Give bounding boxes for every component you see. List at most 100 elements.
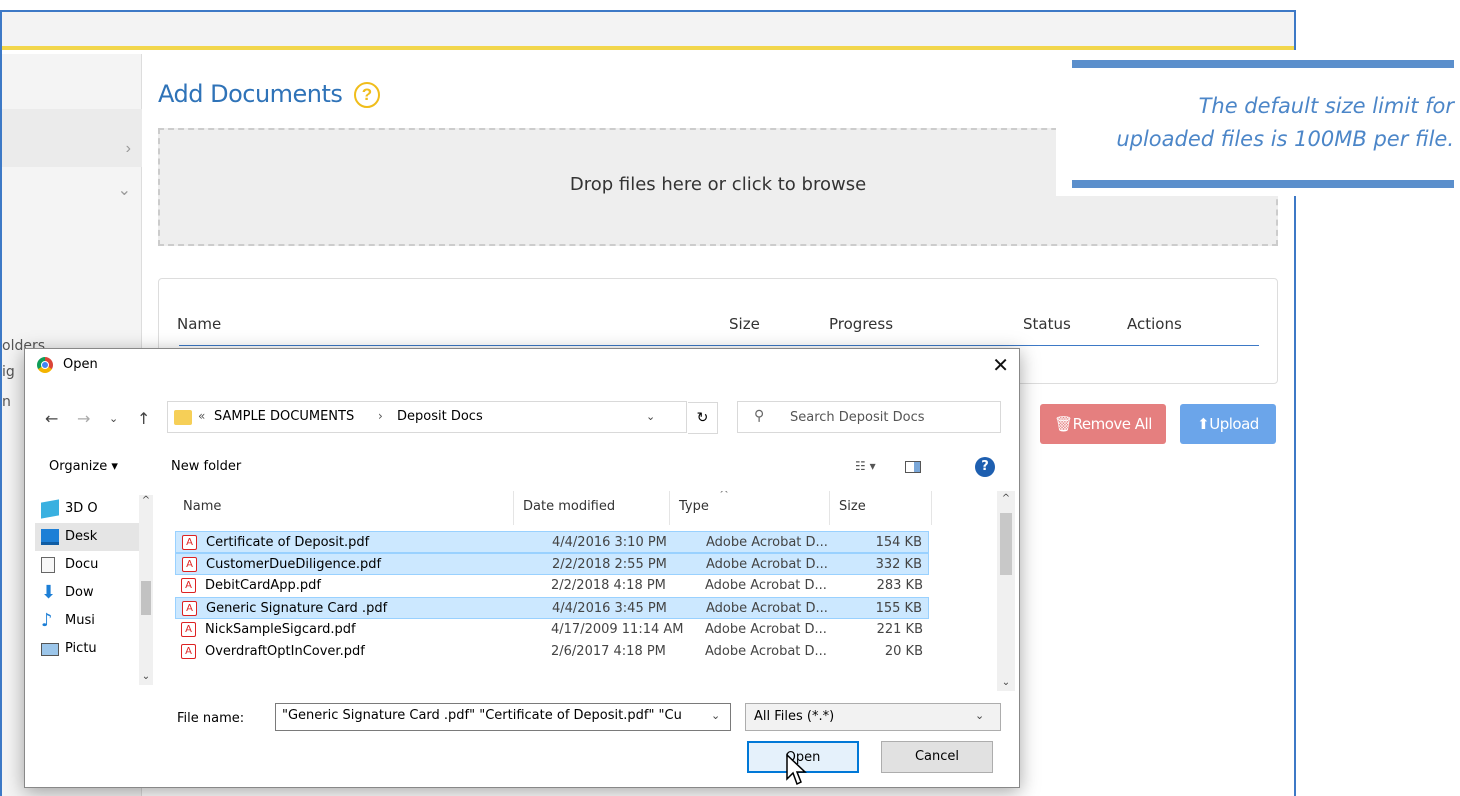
file-date: 2/2/2018 2:55 PM (552, 557, 667, 572)
nav-row-active[interactable] (2, 109, 142, 167)
preview-pane-icon[interactable] (905, 461, 921, 473)
breadcrumb-overflow[interactable]: « (198, 409, 205, 423)
file-list-scrollbar[interactable]: ^ ⌄ (997, 491, 1015, 691)
change-view-icon[interactable]: ☷ ▾ (855, 459, 876, 473)
remove-all-button[interactable]: 🗑Remove All (1040, 404, 1166, 444)
nav-pane-scrollbar[interactable]: ^ ⌄ (139, 495, 153, 685)
recent-locations-icon[interactable]: ⌄ (109, 412, 118, 425)
nav-item-music[interactable]: ♪ Musi (35, 607, 139, 635)
file-type: Adobe Acrobat D... (706, 557, 828, 572)
upload-button[interactable]: ⬆Upload (1180, 404, 1276, 444)
file-size: 283 KB (876, 578, 923, 593)
app-top-bar (2, 12, 1294, 50)
back-arrow-icon[interactable]: ← (45, 409, 58, 428)
dialog-nav-row: ← → ⌄ ↑ « SAMPLE DOCUMENTS › Deposit Doc… (25, 401, 1019, 435)
pdf-icon: A (181, 578, 196, 593)
search-input[interactable]: ⚲ Search Deposit Docs (737, 401, 1001, 433)
file-row[interactable]: A NickSampleSigcard.pdf 4/17/2009 11:14 AM… (175, 619, 929, 641)
file-row[interactable]: A Certificate of Deposit.pdf 4/4/2016 3:10… (175, 531, 929, 553)
address-bar[interactable]: « SAMPLE DOCUMENTS › Deposit Docs ⌄ ↻ (167, 401, 718, 434)
file-size: 20 KB (884, 644, 923, 659)
up-arrow-icon[interactable]: ↑ (137, 409, 150, 428)
file-name: Certificate of Deposit.pdf (206, 535, 370, 550)
breadcrumb-chevron-icon[interactable]: › (378, 409, 383, 423)
column-header-size: Size (729, 315, 760, 333)
dialog-titlebar[interactable]: Open ✕ (25, 349, 1019, 381)
nav-item-label: Dow (65, 585, 94, 600)
scrollbar-thumb[interactable] (1000, 513, 1012, 575)
column-header-progress: Progress (829, 315, 894, 333)
column-header-status: Status (1023, 315, 1071, 333)
nav-item-label: Docu (65, 557, 99, 572)
help-icon[interactable]: ? (975, 457, 995, 477)
nav-item-downloads[interactable]: ⬇ Dow (35, 579, 139, 607)
callout-bottom-bar (1072, 180, 1454, 188)
chevron-down-icon[interactable]: ⌄ (646, 410, 655, 423)
chevron-right-icon[interactable]: › (126, 140, 131, 158)
column-header-name: Name (177, 315, 222, 333)
column-divider[interactable] (513, 491, 514, 525)
chevron-down-icon[interactable]: ⌄ (975, 709, 984, 722)
navigation-pane: 3D O Desk Docu ⬇ Dow ♪ Musi Pictu ^ ⌄ (35, 491, 153, 691)
size-limit-callout: The default size limit for uploaded file… (1056, 50, 1460, 196)
scroll-up-icon[interactable]: ^ (139, 495, 153, 506)
scroll-up-icon[interactable]: ^ (997, 493, 1015, 504)
file-type-select[interactable]: All Files (*.*) (745, 703, 1001, 731)
file-name: Generic Signature Card .pdf (206, 601, 388, 616)
breadcrumb-item[interactable]: SAMPLE DOCUMENTS (214, 409, 354, 424)
file-date: 4/4/2016 3:10 PM (552, 535, 667, 550)
file-name: DebitCardApp.pdf (205, 578, 321, 593)
nav-item-label: Musi (65, 613, 95, 628)
upload-label: Upload (1209, 415, 1259, 433)
scroll-down-icon[interactable]: ⌄ (139, 671, 153, 682)
music-icon: ♪ (41, 610, 53, 631)
chevron-down-icon[interactable]: ⌄ (711, 709, 720, 722)
help-icon[interactable]: ? (354, 82, 380, 108)
column-divider[interactable] (931, 491, 932, 525)
column-divider[interactable] (829, 491, 830, 525)
scroll-down-icon[interactable]: ⌄ (997, 677, 1015, 688)
scrollbar-thumb[interactable] (141, 581, 151, 615)
cancel-button[interactable]: Cancel (881, 741, 993, 773)
close-icon[interactable]: ✕ (992, 353, 1009, 377)
new-folder-button[interactable]: New folder (171, 459, 241, 474)
column-header-size[interactable]: Size (839, 499, 866, 514)
file-date: 2/2/2018 4:18 PM (551, 578, 666, 593)
nav-item-partial[interactable]: ig (2, 364, 15, 380)
3d-objects-icon (41, 499, 59, 519)
file-name-input[interactable]: "Generic Signature Card .pdf" "Certifica… (275, 703, 731, 731)
nav-item-3d-objects[interactable]: 3D O (35, 495, 139, 523)
file-type: Adobe Acrobat D... (706, 535, 828, 550)
search-placeholder: Search Deposit Docs (790, 410, 925, 425)
nav-item-desktop[interactable]: Desk (35, 523, 139, 551)
column-header-name[interactable]: Name (183, 499, 221, 514)
callout-top-bar (1072, 60, 1454, 68)
nav-item-pictures[interactable]: Pictu (35, 635, 139, 663)
forward-arrow-icon[interactable]: → (77, 409, 90, 428)
file-list: Name Date modified ^ Type Size A Certific… (173, 491, 1015, 693)
file-row[interactable]: A OverdraftOptInCover.pdf 2/6/2017 4:18 PM… (175, 641, 929, 663)
column-header-date[interactable]: Date modified (523, 499, 615, 514)
column-header-type[interactable]: Type (679, 499, 709, 514)
refresh-icon[interactable]: ↻ (688, 402, 718, 434)
nav-item-documents[interactable]: Docu (35, 551, 139, 579)
file-size: 221 KB (876, 622, 923, 637)
breadcrumb-item[interactable]: Deposit Docs (397, 409, 483, 424)
pdf-icon: A (181, 622, 196, 637)
organize-menu[interactable]: Organize ▾ (49, 459, 118, 474)
callout-line-1: The default size limit for (1198, 94, 1454, 118)
remove-all-label: Remove All (1072, 415, 1153, 433)
callout-line-2: uploaded files is 100MB per file. (1116, 127, 1454, 151)
nav-item-label: Desk (65, 529, 98, 544)
file-row[interactable]: A CustomerDueDiligence.pdf 2/2/2018 2:55 P… (175, 553, 929, 575)
pdf-icon: A (182, 557, 197, 572)
chrome-icon (37, 357, 53, 373)
column-divider[interactable] (669, 491, 670, 525)
file-row[interactable]: A DebitCardApp.pdf 2/2/2018 4:18 PM Adobe A… (175, 575, 929, 597)
file-row[interactable]: A Generic Signature Card .pdf 4/4/2016 3:4… (175, 597, 929, 619)
file-type: Adobe Acrobat D... (705, 622, 827, 637)
file-size: 154 KB (875, 535, 922, 550)
chevron-down-icon[interactable]: ⌄ (118, 180, 131, 200)
nav-item-partial[interactable]: n (2, 394, 11, 410)
file-date: 4/4/2016 3:45 PM (552, 601, 667, 616)
